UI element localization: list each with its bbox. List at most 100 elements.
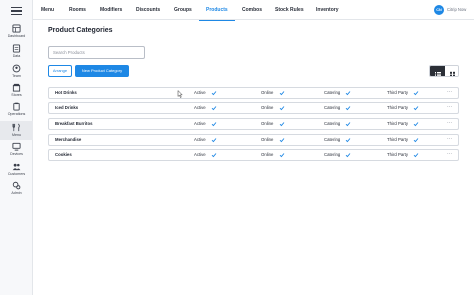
check-icon: [279, 153, 285, 158]
hamburger-menu-icon[interactable]: [11, 7, 22, 15]
tab-stock-rules[interactable]: Stock Rules: [275, 0, 304, 20]
check-icon: [279, 138, 285, 143]
third-party-label: Third Party: [387, 90, 409, 95]
online-label: Online: [261, 121, 274, 126]
new-product-category-button[interactable]: New Product Category: [75, 65, 129, 77]
list-view-button[interactable]: [430, 66, 445, 76]
category-row[interactable]: Cookies Active Online Catering Third Party ··…: [48, 149, 459, 161]
stores-icon: [12, 83, 21, 92]
sidebar-item-label: Devices: [10, 152, 23, 156]
tab-discounts[interactable]: Discounts: [136, 0, 160, 20]
category-row[interactable]: Merchandise Active Online Catering Third Par…: [48, 134, 459, 146]
status-label: Active: [194, 121, 206, 126]
check-icon: [345, 91, 351, 96]
category-name: Breakfast Burritos: [55, 121, 93, 126]
sidebar-item-label: Operations: [7, 112, 26, 116]
list-view-icon: [435, 72, 441, 76]
check-icon: [211, 106, 217, 111]
data-icon: [12, 44, 21, 53]
check-icon: [345, 153, 351, 158]
user-avatar[interactable]: CN: [434, 5, 444, 15]
tab-products[interactable]: Products: [199, 0, 235, 21]
catering-label: Catering: [324, 90, 341, 95]
tab-groups[interactable]: Groups: [174, 0, 192, 20]
grid-view-icon: [450, 71, 455, 76]
check-icon: [345, 106, 351, 111]
menu-icon: [12, 123, 20, 132]
online-label: Online: [261, 90, 274, 95]
third-party-label: Third Party: [387, 152, 409, 157]
category-row[interactable]: Iced Drinks Active Online Catering Third Par…: [48, 102, 459, 114]
category-row[interactable]: Breakfast Burritos Active Online Catering Th…: [48, 118, 459, 130]
status-label: Active: [194, 152, 206, 157]
third-party-label: Third Party: [387, 137, 409, 142]
category-name: Hot Drinks: [55, 90, 77, 95]
check-icon: [413, 138, 419, 143]
sidebar-item-menu[interactable]: Menu: [0, 121, 33, 140]
online-label: Online: [261, 137, 274, 142]
sidebar-item-admin[interactable]: Admin: [0, 181, 33, 199]
more-options-icon[interactable]: ···: [447, 150, 452, 159]
check-icon: [413, 106, 419, 111]
view-toggle: [429, 65, 459, 77]
catering-label: Catering: [324, 137, 341, 142]
top-navigation: Menu Rooms Modifiers Discounts Groups Pr…: [33, 0, 474, 21]
catering-label: Catering: [324, 152, 341, 157]
sidebar-item-label: Data: [12, 54, 21, 58]
check-icon: [211, 91, 217, 96]
category-name: Cookies: [55, 152, 72, 157]
dashboard-icon: [12, 24, 21, 33]
check-icon: [413, 122, 419, 127]
status-label: Active: [194, 137, 206, 142]
status-label: Active: [194, 90, 206, 95]
catering-label: Catering: [324, 121, 341, 126]
check-icon: [279, 106, 285, 111]
page-title: Product Categories: [48, 27, 113, 34]
sidebar-item-devices[interactable]: Devices: [0, 142, 33, 160]
mouse-cursor-icon: [177, 90, 183, 98]
grid-view-button[interactable]: [445, 66, 458, 76]
tab-inventory[interactable]: Inventory: [316, 0, 339, 20]
tab-combos[interactable]: Combos: [242, 0, 262, 20]
check-icon: [211, 122, 217, 127]
arrange-button[interactable]: Arrange: [48, 65, 72, 77]
category-name: Iced Drinks: [55, 105, 79, 110]
sidebar-item-operations[interactable]: Operations: [0, 102, 33, 120]
sidebar-item-label: Customers: [7, 172, 26, 176]
sidebar-item-stores[interactable]: Stores: [0, 83, 33, 101]
category-name: Merchandise: [55, 137, 82, 142]
admin-icon: [12, 181, 21, 190]
check-icon: [211, 153, 217, 158]
check-icon: [279, 91, 285, 96]
category-row[interactable]: Hot Drinks Active Online Catering Third Part…: [48, 87, 459, 99]
more-options-icon[interactable]: ···: [447, 103, 452, 112]
third-party-label: Third Party: [387, 121, 409, 126]
sidebar: Dashboard Data Team Stores Operations Me…: [0, 0, 33, 295]
search-input[interactable]: [48, 46, 145, 59]
customers-icon: [12, 163, 21, 171]
third-party-label: Third Party: [387, 105, 409, 110]
user-name[interactable]: Citrip Now: [447, 0, 466, 20]
tab-modifiers[interactable]: Modifiers: [100, 0, 122, 20]
check-icon: [345, 138, 351, 143]
operations-icon: [13, 102, 20, 111]
sidebar-item-label: Menu: [12, 133, 21, 137]
sidebar-item-customers[interactable]: Customers: [0, 162, 33, 180]
status-label: Active: [194, 105, 206, 110]
tab-rooms[interactable]: Rooms: [69, 0, 86, 20]
sidebar-item-label: Dashboard: [7, 34, 26, 38]
sidebar-item-team[interactable]: Team: [0, 64, 33, 82]
tab-menu[interactable]: Menu: [41, 0, 54, 20]
more-options-icon[interactable]: ···: [447, 119, 452, 128]
online-label: Online: [261, 105, 274, 110]
team-icon: [12, 64, 21, 73]
check-icon: [413, 153, 419, 158]
more-options-icon[interactable]: ···: [447, 135, 452, 144]
check-icon: [211, 138, 217, 143]
sidebar-item-label: Team: [12, 74, 21, 78]
check-icon: [413, 91, 419, 96]
sidebar-item-dashboard[interactable]: Dashboard: [0, 24, 33, 42]
sidebar-item-data[interactable]: Data: [0, 44, 33, 62]
sidebar-item-label: Admin: [11, 191, 22, 195]
more-options-icon[interactable]: ···: [447, 88, 452, 97]
